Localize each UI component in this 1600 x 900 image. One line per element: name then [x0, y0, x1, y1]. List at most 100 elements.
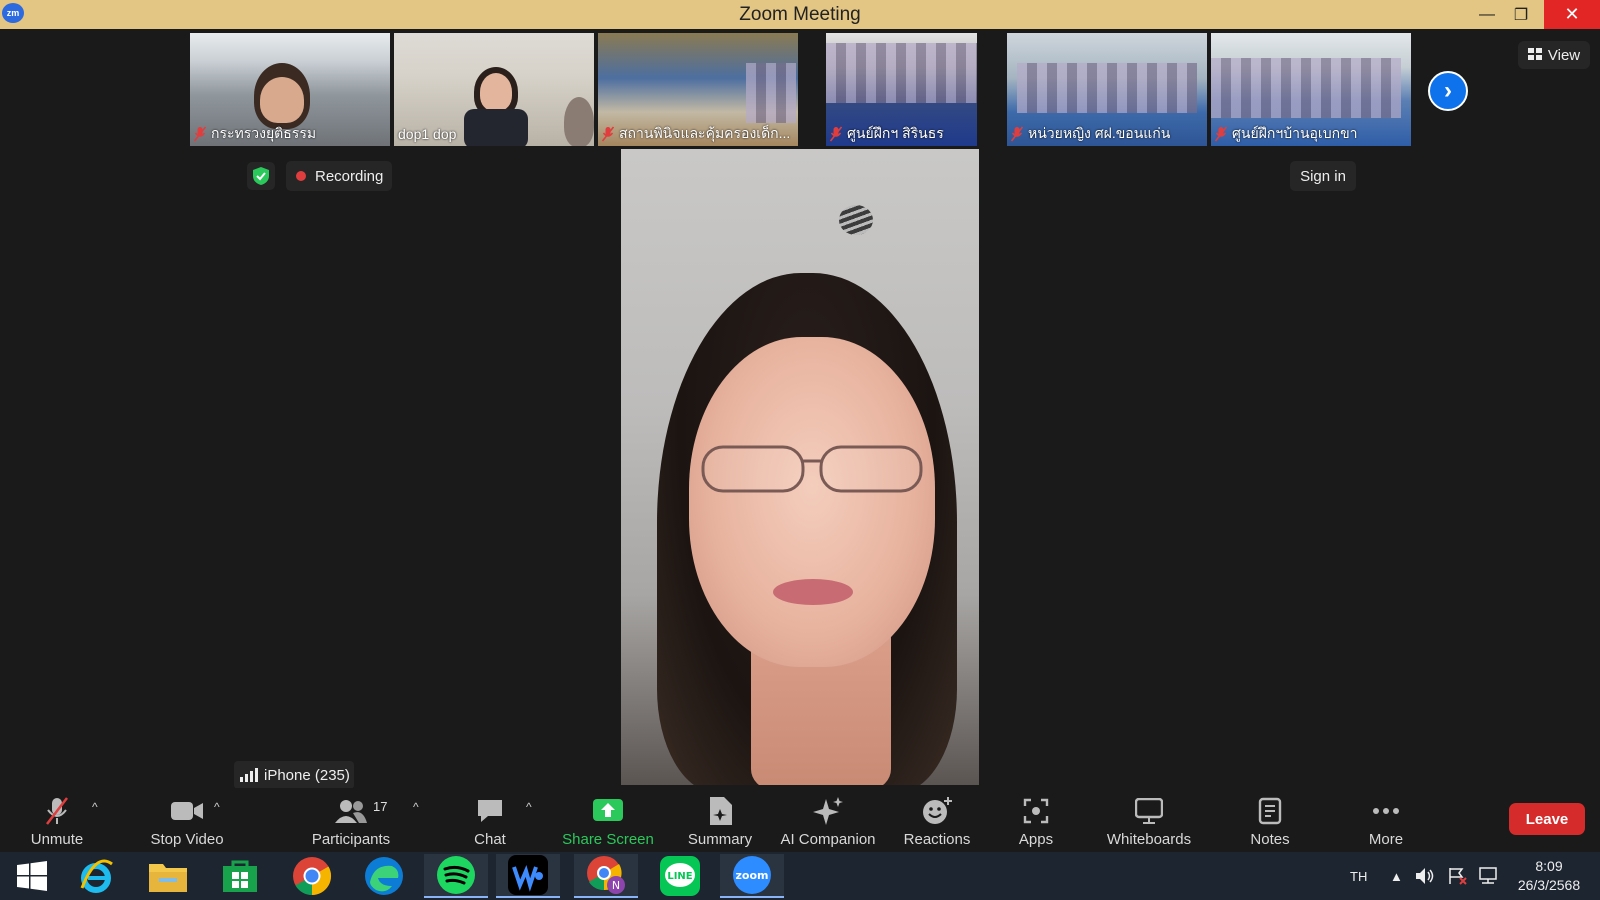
view-label: View: [1547, 46, 1581, 64]
grid-view-icon: [1527, 47, 1542, 64]
internet-explorer-icon[interactable]: [64, 854, 128, 898]
participant-name: หน่วยหญิง ศฝ.ขอนแก่น: [1028, 125, 1171, 141]
whiteboard-icon: [1135, 796, 1163, 826]
speaker-device-name: iPhone (235): [264, 766, 350, 784]
audio-options-caret-icon[interactable]: ^: [92, 800, 98, 814]
sign-in-button[interactable]: Sign in: [1290, 161, 1356, 191]
ai-companion-button[interactable]: AI Companion: [776, 788, 880, 852]
participant-thumbnail[interactable]: กระทรวงยุติธรรม: [190, 33, 390, 146]
maximize-button[interactable]: ❐: [1498, 0, 1544, 29]
chrome-icon[interactable]: [280, 854, 344, 898]
more-label: More: [1368, 831, 1404, 848]
show-hidden-icons-icon[interactable]: ▲: [1390, 852, 1403, 900]
store-icon[interactable]: [208, 854, 272, 898]
file-explorer-icon[interactable]: [136, 854, 200, 898]
more-dots-icon: [1372, 796, 1400, 826]
edge-icon[interactable]: [352, 854, 416, 898]
apps-label: Apps: [1018, 831, 1054, 848]
blurred-region: [1211, 58, 1401, 118]
participant-thumbnail[interactable]: dop1 dop: [394, 33, 594, 146]
participants-icon: [335, 796, 367, 826]
network-icon[interactable]: [1478, 852, 1500, 900]
participant-label: กระทรวงยุติธรรม: [194, 124, 316, 144]
video-options-caret-icon[interactable]: ^: [214, 800, 220, 814]
next-page-button[interactable]: ›: [1428, 71, 1468, 111]
svg-text:zoom: zoom: [736, 869, 769, 882]
security-shield-icon[interactable]: [247, 162, 275, 190]
whiteboards-button[interactable]: Whiteboards: [1100, 788, 1198, 852]
participants-label: Participants: [311, 831, 391, 848]
summary-document-icon: [708, 796, 732, 826]
reactions-label: Reactions: [903, 831, 971, 848]
mic-muted-icon: [830, 126, 842, 142]
notes-button[interactable]: Notes: [1236, 788, 1304, 852]
participant-thumbnail[interactable]: สถานพินิจและคุ้มครองเด็ก...: [598, 33, 798, 146]
participant-name: ศูนย์ฝึกฯ สิรินธร: [847, 125, 944, 141]
summary-label: Summary: [687, 831, 753, 848]
window-title: Zoom Meeting: [739, 3, 861, 25]
participant-name: ศูนย์ฝึกฯบ้านอุเบกขา: [1232, 125, 1358, 141]
participant-label: dop1 dop: [398, 124, 456, 144]
blurred-region: [1017, 63, 1197, 113]
unmute-button[interactable]: Unmute: [22, 788, 92, 852]
recording-dot-icon: [296, 171, 306, 181]
participants-options-caret-icon[interactable]: ^: [413, 800, 419, 814]
participant-name: สถานพินิจและคุ้มครองเด็ก...: [619, 125, 791, 141]
speaker-mouth: [773, 579, 853, 605]
chrome-profile-icon[interactable]: N: [574, 854, 638, 898]
zoom-icon[interactable]: zoom: [720, 854, 784, 898]
apps-button[interactable]: Apps: [1008, 788, 1064, 852]
participant-thumbnail[interactable]: ศูนย์ฝึกฯ สิรินธร: [826, 33, 977, 146]
webtoon-icon[interactable]: [496, 854, 560, 898]
spotify-icon[interactable]: [424, 854, 488, 898]
mic-muted-icon: [194, 126, 206, 142]
mic-muted-icon: [602, 126, 614, 142]
participant-label: หน่วยหญิง ศฝ.ขอนแก่น: [1011, 124, 1170, 144]
reactions-button[interactable]: Reactions: [898, 788, 976, 852]
clock-date: 26/3/2568: [1517, 877, 1581, 893]
notes-icon: [1258, 796, 1282, 826]
zoom-app-icon: zm: [2, 3, 24, 23]
stop-video-button[interactable]: Stop Video: [132, 788, 242, 852]
chat-options-caret-icon[interactable]: ^: [526, 800, 532, 814]
line-icon[interactable]: LINE: [648, 854, 712, 898]
active-speaker-video[interactable]: [621, 149, 979, 785]
zoom-window: zm Zoom Meeting — ❐ ✕ กระทรวงยุติธรรม do…: [0, 0, 1600, 900]
participants-button[interactable]: Participants: [306, 788, 396, 852]
clock-time: 8:09: [1535, 858, 1563, 874]
system-clock[interactable]: 8:09 26/3/2568: [1506, 857, 1592, 895]
title-bar: zm Zoom Meeting — ❐ ✕: [0, 0, 1600, 29]
mic-muted-icon: [45, 796, 69, 826]
chat-bubble-icon: [476, 796, 504, 826]
smiley-icon: [922, 796, 952, 826]
action-center-flag-icon[interactable]: [1448, 852, 1468, 900]
svg-text:LINE: LINE: [667, 871, 692, 882]
leave-button[interactable]: Leave: [1509, 803, 1585, 835]
speaker-face: [689, 337, 935, 667]
windows-start-icon[interactable]: [0, 854, 64, 898]
participant-body: [464, 109, 528, 146]
speaker-name-label: iPhone (235): [234, 761, 354, 789]
participant-thumbnail[interactable]: หน่วยหญิง ศฝ.ขอนแก่น: [1007, 33, 1207, 146]
recording-indicator[interactable]: Recording: [286, 161, 392, 191]
meeting-toolbar: Unmute Stop Video Participants Chat Shar…: [0, 788, 1600, 852]
speaker-volume-icon[interactable]: [1416, 852, 1436, 900]
windows-taskbar: N LINE zoom TH ▲ 8:09 26/3/2568: [0, 852, 1600, 900]
participant-name: dop1 dop: [398, 126, 457, 142]
summary-button[interactable]: Summary: [680, 788, 760, 852]
close-button[interactable]: ✕: [1544, 0, 1600, 29]
view-button[interactable]: View: [1518, 41, 1590, 69]
participant-thumbnail[interactable]: ศูนย์ฝึกฯบ้านอุเบกขา: [1211, 33, 1411, 146]
chat-button[interactable]: Chat: [460, 788, 520, 852]
apps-icon: [1023, 796, 1049, 826]
chevron-right-icon: ›: [1444, 77, 1452, 104]
participant-label: ศูนย์ฝึกฯบ้านอุเบกขา: [1215, 124, 1358, 144]
share-screen-button[interactable]: Share Screen: [560, 788, 656, 852]
recording-label: Recording: [315, 167, 384, 185]
input-language[interactable]: TH: [1350, 852, 1367, 900]
svg-text:N: N: [612, 879, 620, 892]
chat-label: Chat: [474, 831, 506, 848]
whiteboards-label: Whiteboards: [1106, 831, 1192, 848]
signal-strength-icon: [240, 768, 258, 782]
more-button[interactable]: More: [1356, 788, 1416, 852]
